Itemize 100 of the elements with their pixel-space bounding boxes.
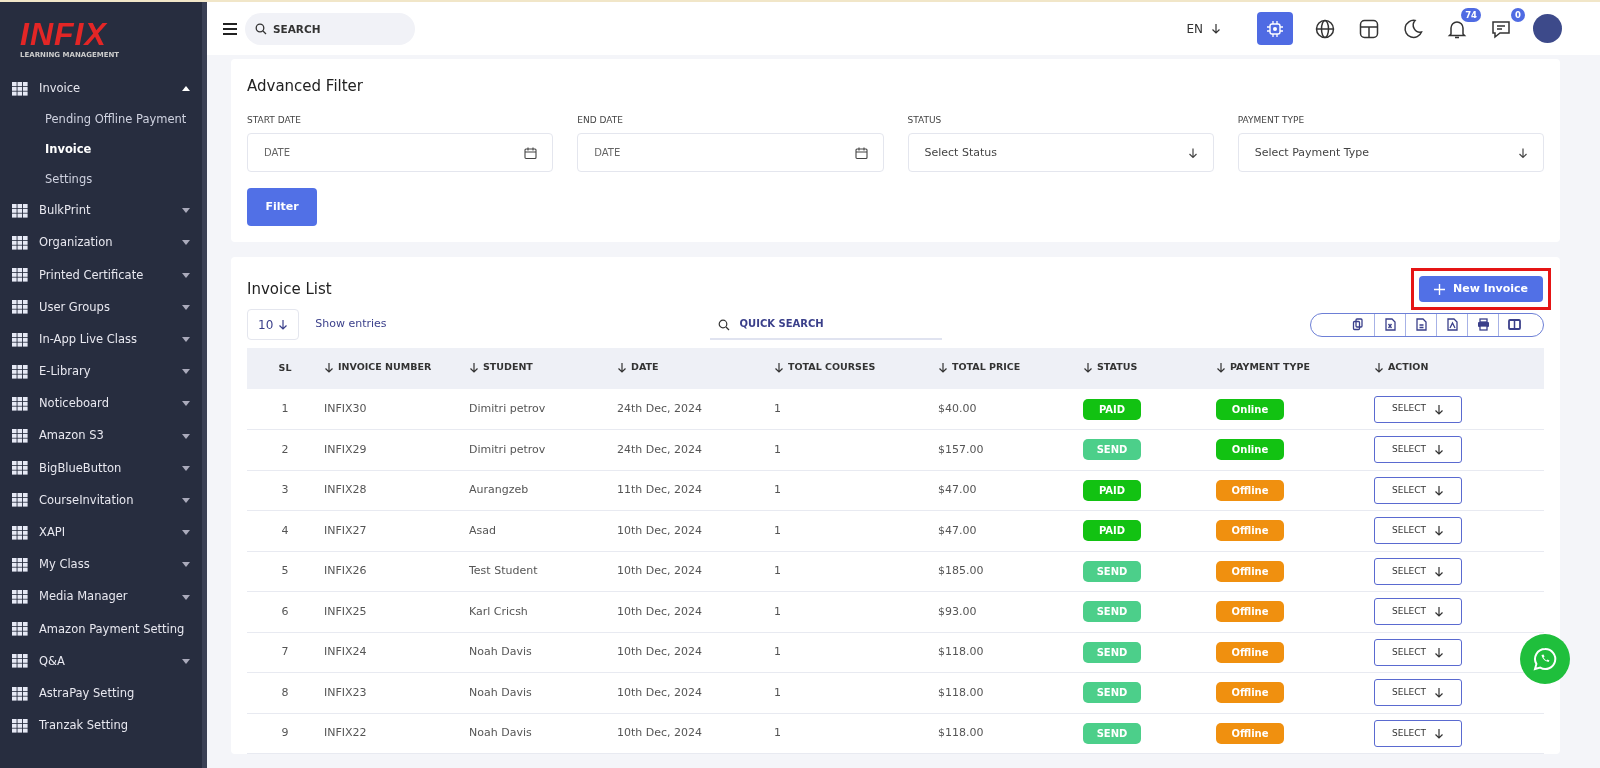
table-cell: 10th Dec, 2024 <box>616 713 773 754</box>
caret-down-icon <box>182 594 190 600</box>
notification-count: 74 <box>1461 7 1481 23</box>
sidebar-item[interactable]: In-App Live Class <box>0 323 202 356</box>
status-badge: SEND <box>1083 439 1141 461</box>
column-header[interactable]: DATE <box>616 348 773 389</box>
arrow-down-icon <box>617 361 627 373</box>
sidebar-subitem[interactable]: Invoice <box>0 134 202 165</box>
select-button[interactable]: SELECT <box>1374 557 1462 585</box>
payment-badge: Offline <box>1216 601 1284 623</box>
column-header[interactable]: SL <box>247 348 323 389</box>
sidebar-item[interactable]: Printed Certificate <box>0 259 202 292</box>
caret-down-icon <box>182 530 190 536</box>
payment-badge: Offline <box>1216 520 1284 542</box>
sidebar-subitem[interactable]: Pending Offline Payment <box>0 104 202 135</box>
select-button[interactable]: SELECT <box>1374 638 1462 666</box>
filter-button[interactable]: Filter <box>247 188 317 226</box>
column-header[interactable]: TOTAL COURSES <box>773 348 937 389</box>
select-button[interactable]: SELECT <box>1374 719 1462 747</box>
plus-icon <box>1433 283 1445 295</box>
table-cell: Karl Cricsh <box>468 591 616 632</box>
sidebar-item[interactable]: Invoice <box>0 72 202 105</box>
table-cell: Noah Davis <box>468 632 616 673</box>
grid-icon <box>12 718 28 733</box>
payment-badge: Offline <box>1216 560 1284 582</box>
sidebar-item[interactable]: Tranzak Setting <box>0 709 202 742</box>
sidebar-item[interactable]: Amazon S3 <box>0 420 202 453</box>
table-cell: 1 <box>773 632 937 673</box>
table-cell: Test Student <box>468 551 616 592</box>
sidebar-item[interactable]: Amazon Payment Setting <box>0 613 202 646</box>
arrow-down-icon <box>1433 525 1444 537</box>
select-field[interactable]: Select Payment Type <box>1237 133 1544 172</box>
sidebar-subitem[interactable]: Settings <box>0 164 202 195</box>
sidebar-item[interactable]: BulkPrint <box>0 194 202 227</box>
menu-icon[interactable] <box>223 22 237 35</box>
column-header[interactable]: TOTAL PRICE <box>937 348 1082 389</box>
avatar[interactable] <box>1533 14 1562 43</box>
sidebar-item[interactable]: AstraPay Setting <box>0 677 202 710</box>
table-cell: Aurangzeb <box>468 470 616 511</box>
select-button[interactable]: SELECT <box>1374 395 1462 423</box>
payment-badge: Offline <box>1216 722 1284 744</box>
table-cell: $118.00 <box>937 672 1082 713</box>
caret-down-icon <box>182 208 190 214</box>
column-header[interactable]: INVOICE NUMBER <box>323 348 468 389</box>
column-header[interactable]: STATUS <box>1082 348 1215 389</box>
table-cell: INFIX30 <box>323 389 468 430</box>
arrow-down-icon <box>774 361 784 373</box>
entries-select[interactable]: 10 <box>247 309 300 340</box>
sidebar-item[interactable]: Media Manager <box>0 580 202 614</box>
sidebar-item[interactable]: User Groups <box>0 291 202 324</box>
table-cell: INFIX28 <box>323 470 468 511</box>
ai-chip-button[interactable] <box>1257 12 1293 45</box>
table-cell: $47.00 <box>937 470 1082 511</box>
calendar-icon <box>524 146 538 159</box>
field-label: PAYMENT TYPE <box>1237 113 1306 127</box>
column-header[interactable]: PAYMENT TYPE <box>1215 348 1373 389</box>
date-field[interactable]: DATE <box>247 133 554 172</box>
grid-icon <box>12 461 28 476</box>
arrow-down-icon <box>469 361 479 373</box>
arrow-down-icon <box>1433 606 1444 618</box>
sidebar-item[interactable]: E-Library <box>0 355 202 388</box>
select-button[interactable]: SELECT <box>1374 679 1462 707</box>
arrow-down-icon <box>1433 727 1444 739</box>
sidebar-item[interactable]: CourseInvitation <box>0 484 202 517</box>
select-button[interactable]: SELECT <box>1374 517 1462 545</box>
table-cell: $40.00 <box>937 389 1082 430</box>
table-cell: 24th Dec, 2024 <box>616 389 773 430</box>
column-header[interactable]: ACTION <box>1373 348 1544 389</box>
caret-down-icon <box>182 562 190 568</box>
table-cell: INFIX23 <box>323 672 468 713</box>
grid-icon <box>12 590 28 605</box>
select-button[interactable]: SELECT <box>1374 436 1462 464</box>
sidebar-item[interactable]: My Class <box>0 548 202 581</box>
grid-icon <box>12 557 28 572</box>
table-cell: INFIX27 <box>323 510 468 551</box>
select-button[interactable]: SELECT <box>1374 598 1462 626</box>
arrow-down-icon <box>938 361 948 373</box>
sidebar-item[interactable]: Noticeboard <box>0 387 202 420</box>
table-cell: 1 <box>773 429 937 470</box>
caret-down-icon <box>182 497 190 503</box>
select-button[interactable]: SELECT <box>1374 476 1462 504</box>
date-field[interactable]: DATE <box>577 133 884 172</box>
sidebar-item[interactable]: Q&A <box>0 645 202 678</box>
select-field[interactable]: Select Status <box>907 133 1214 172</box>
payment-badge: Offline <box>1216 479 1284 501</box>
sidebar-item[interactable]: BigBlueButton <box>0 452 202 485</box>
language-selector[interactable]: EN <box>1186 19 1221 38</box>
table-cell: 1 <box>773 470 937 511</box>
sidebar-item[interactable]: Organization <box>0 226 202 260</box>
table-cell: 24th Dec, 2024 <box>616 429 773 470</box>
sidebar-item[interactable]: XAPI <box>0 516 202 549</box>
grid-icon <box>12 268 28 283</box>
field-label: END DATE <box>577 113 624 127</box>
columns-icon <box>1507 318 1521 331</box>
column-header[interactable]: STUDENT <box>468 348 616 389</box>
search-field[interactable]: SEARCH <box>245 12 415 45</box>
new-invoice-button[interactable]: New Invoice <box>1419 276 1543 302</box>
table-cell: 1 <box>773 672 937 713</box>
message-count: 0 <box>1511 7 1525 23</box>
table-cell: $118.00 <box>937 713 1082 754</box>
